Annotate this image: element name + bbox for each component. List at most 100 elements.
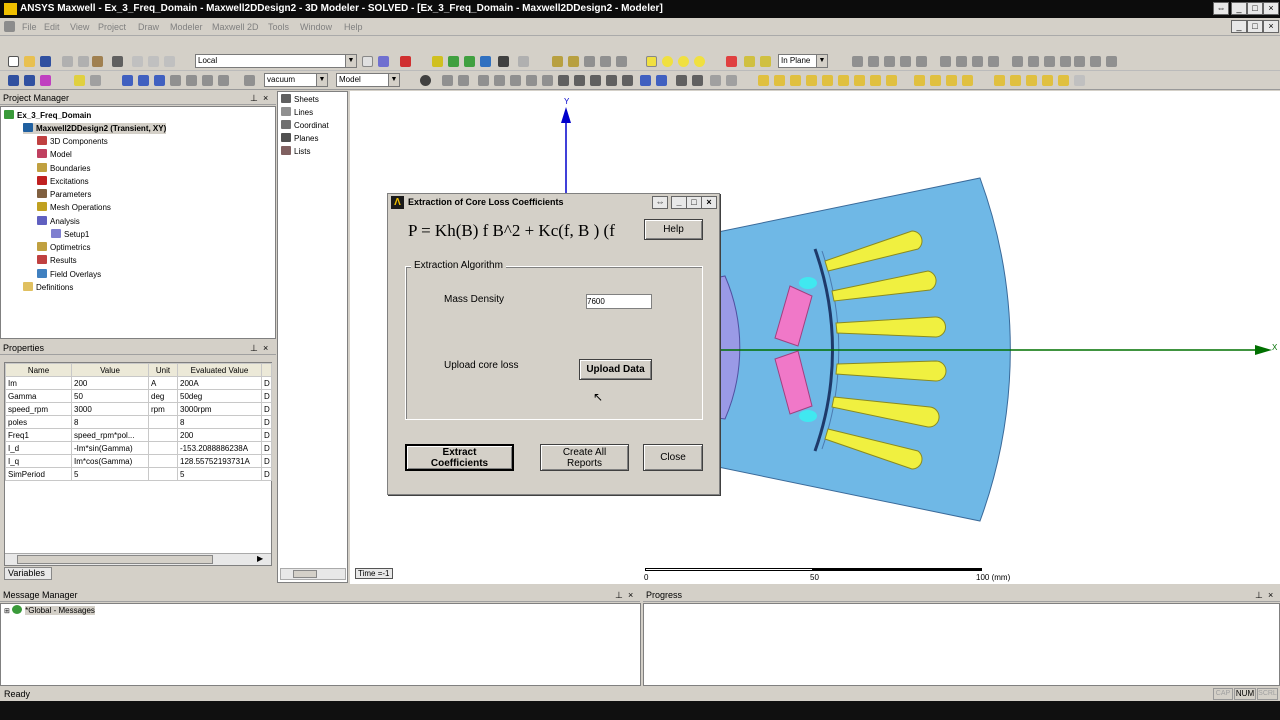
circle-icon[interactable] bbox=[662, 56, 673, 67]
tree-lines[interactable]: Lines bbox=[281, 107, 313, 118]
close-icon[interactable]: × bbox=[263, 91, 268, 105]
tree-lists[interactable]: Lists bbox=[281, 146, 310, 157]
view4-icon[interactable] bbox=[494, 75, 505, 86]
select-edge-icon[interactable] bbox=[138, 75, 149, 86]
open-icon[interactable] bbox=[24, 56, 35, 67]
close-icon[interactable]: × bbox=[1268, 588, 1273, 602]
tree-scrollbar-thumb[interactable] bbox=[293, 570, 317, 578]
view2-icon[interactable] bbox=[458, 75, 469, 86]
col-extra[interactable] bbox=[261, 363, 272, 377]
torus-icon[interactable] bbox=[822, 75, 833, 86]
table-cell[interactable]: 8 bbox=[177, 415, 262, 429]
table-cell[interactable]: I_d bbox=[5, 441, 72, 455]
close-icon[interactable]: × bbox=[628, 588, 633, 602]
table-cell[interactable] bbox=[148, 467, 178, 481]
select-face-icon[interactable] bbox=[122, 75, 133, 86]
plane-select[interactable]: In Plane ▼ bbox=[778, 54, 828, 68]
table-row[interactable]: poles 8 8 D bbox=[5, 415, 272, 429]
tree-item-parameters[interactable]: Parameters bbox=[37, 189, 91, 200]
table-cell[interactable]: Im bbox=[5, 376, 72, 390]
spin-icon[interactable] bbox=[606, 75, 617, 86]
table-cell[interactable] bbox=[148, 454, 178, 468]
tree-sheets[interactable]: Sheets bbox=[281, 94, 319, 105]
scroll-right-icon[interactable]: ▶ bbox=[257, 554, 263, 563]
view7-icon[interactable] bbox=[542, 75, 553, 86]
snap-icon[interactable] bbox=[378, 56, 389, 67]
menu-file[interactable]: File bbox=[22, 22, 37, 32]
col-unit[interactable]: Unit bbox=[148, 363, 178, 377]
region-icon[interactable] bbox=[726, 56, 737, 67]
coordinate-icon[interactable] bbox=[760, 56, 771, 67]
table-cell[interactable]: deg bbox=[148, 389, 178, 403]
copy-model-icon[interactable] bbox=[518, 56, 529, 67]
sphere-icon[interactable] bbox=[790, 75, 801, 86]
table-cell[interactable]: 128.55752193731A bbox=[177, 454, 262, 468]
dialog-close-button[interactable]: × bbox=[701, 196, 717, 209]
view6-icon[interactable] bbox=[526, 75, 537, 86]
mass-density-input[interactable] bbox=[586, 294, 652, 309]
solve-icon[interactable] bbox=[448, 56, 459, 67]
table-cell[interactable]: 3000 bbox=[71, 402, 149, 416]
maximize-button[interactable]: □ bbox=[1247, 2, 1263, 15]
table-cell[interactable]: 200 bbox=[71, 376, 149, 390]
menu-modeler[interactable]: Modeler bbox=[170, 22, 203, 32]
zoom-out-icon[interactable] bbox=[656, 75, 667, 86]
select-by-name-icon[interactable] bbox=[218, 75, 229, 86]
dialog-minimize-button[interactable]: _ bbox=[671, 196, 687, 209]
boundary-icon[interactable] bbox=[74, 75, 85, 86]
face-cs-icon[interactable] bbox=[914, 75, 925, 86]
list3-icon[interactable] bbox=[1026, 75, 1037, 86]
uncover-icon[interactable] bbox=[988, 56, 999, 67]
unite-icon[interactable] bbox=[852, 56, 863, 67]
list5-icon[interactable] bbox=[1058, 75, 1069, 86]
prism-icon[interactable] bbox=[870, 75, 881, 86]
arc-icon[interactable] bbox=[584, 56, 595, 67]
table-cell[interactable]: speed_rpm bbox=[5, 402, 72, 416]
copy-icon[interactable] bbox=[78, 56, 89, 67]
table-row[interactable]: I_q Im*cos(Gamma) 128.55752193731A D bbox=[5, 454, 272, 468]
menu-window[interactable]: Window bbox=[300, 22, 332, 32]
paste-icon[interactable] bbox=[92, 56, 103, 67]
table-cell[interactable] bbox=[148, 415, 178, 429]
table-cell[interactable] bbox=[148, 441, 178, 455]
grid-icon[interactable] bbox=[362, 56, 373, 67]
tree-design[interactable]: Maxwell2DDesign2 (Transient, XY) bbox=[23, 123, 167, 134]
pin-icon[interactable]: ⊥ bbox=[250, 91, 258, 105]
list2-icon[interactable] bbox=[1010, 75, 1021, 86]
undo-view-icon[interactable] bbox=[710, 75, 721, 86]
table-cell[interactable]: -Im*sin(Gamma) bbox=[71, 441, 149, 455]
table-cell[interactable]: 200 bbox=[177, 428, 262, 442]
table-cell[interactable]: speed_rpm*pol... bbox=[71, 428, 149, 442]
col-name[interactable]: Name bbox=[5, 363, 72, 377]
horizontal-scrollbar[interactable]: ▶ bbox=[5, 553, 271, 565]
subtract-icon[interactable] bbox=[868, 56, 879, 67]
table-cell[interactable]: D bbox=[261, 389, 272, 403]
menu-help[interactable]: Help bbox=[344, 22, 363, 32]
table-cell[interactable]: poles bbox=[5, 415, 72, 429]
upload-data-button[interactable]: Upload Data bbox=[579, 359, 652, 380]
table-cell[interactable]: D bbox=[261, 454, 272, 468]
table-row[interactable]: SimPeriod 5 5 D bbox=[5, 467, 272, 481]
relative-cs-icon[interactable] bbox=[930, 75, 941, 86]
extract-coefficients-button[interactable]: Extract Coefficients bbox=[405, 444, 514, 471]
tree-item-field-overlays[interactable]: Field Overlays bbox=[37, 269, 101, 280]
healing-icon[interactable] bbox=[1106, 56, 1117, 67]
menu-draw[interactable]: Draw bbox=[138, 22, 159, 32]
table-cell[interactable]: A bbox=[148, 376, 178, 390]
fit-icon[interactable] bbox=[622, 75, 633, 86]
tree-item-analysis[interactable]: Analysis bbox=[37, 216, 80, 227]
select-vertex-icon[interactable] bbox=[154, 75, 165, 86]
mdi-restore-button[interactable]: □ bbox=[1247, 20, 1263, 33]
close-button[interactable]: × bbox=[1263, 2, 1279, 15]
model-select[interactable]: Model ▼ bbox=[336, 73, 400, 87]
table-cell[interactable]: 5 bbox=[177, 467, 262, 481]
spline-icon[interactable] bbox=[568, 56, 579, 67]
message-item-global[interactable]: ⊞ *Global - Messages bbox=[4, 605, 95, 617]
rotate-icon[interactable] bbox=[1028, 56, 1039, 67]
col-evaluated[interactable]: Evaluated Value bbox=[177, 363, 262, 377]
table-cell[interactable]: I_q bbox=[5, 454, 72, 468]
dialog-restore-button[interactable]: ⇔ bbox=[652, 196, 668, 209]
results-icon[interactable] bbox=[464, 56, 475, 67]
excitation-icon[interactable] bbox=[40, 75, 51, 86]
menu-project[interactable]: Project bbox=[98, 22, 126, 32]
